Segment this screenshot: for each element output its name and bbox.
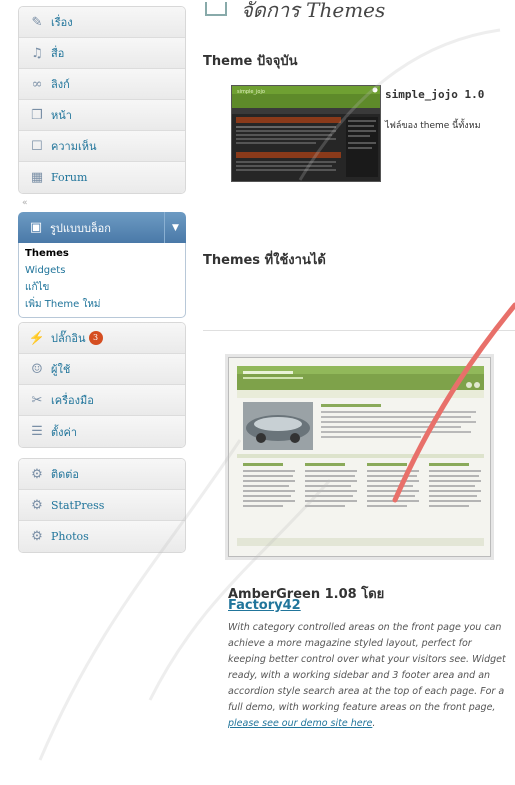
users-icon: ☺ — [31, 361, 43, 377]
menu-separator[interactable]: « — [18, 196, 186, 212]
page-header: จัดการ Themes — [203, 0, 515, 22]
update-count-badge: 3 — [88, 331, 103, 345]
menu-appearance-head[interactable]: ▣ รูปแบบบล็อก ▼ — [18, 212, 186, 243]
menu-group-plugins: ⚙ ติดต่อ ⚙ StatPress ⚙ Photos — [18, 458, 186, 553]
menu-appearance: ▣ รูปแบบบล็อก ▼ Themes Widgets แก้ไข เพิ… — [18, 212, 186, 318]
menu-label: Photos — [51, 530, 89, 543]
pin-icon: ✎ — [31, 14, 43, 30]
ambergreen-preview-image — [229, 358, 490, 556]
comment-icon: ☐ — [31, 138, 43, 154]
theme-description: With category controlled areas on the fr… — [228, 620, 511, 732]
demo-site-link[interactable]: please see our demo site here — [228, 718, 372, 729]
wordpress-admin-themes-page: ✎ เรื่อง ♫ สื่อ ∞ ลิงก์ ❐ หน้า ☐ ความเห็… — [0, 0, 515, 785]
appearance-header-icon — [205, 2, 227, 16]
theme-author-link[interactable]: Factory42 — [228, 598, 301, 613]
tools-icon: ✂ — [31, 392, 43, 408]
plugin-icon: ⚡ — [28, 330, 46, 346]
section-divider — [203, 330, 515, 331]
menu-label: ลิงก์ — [51, 78, 70, 91]
current-theme-heading: Theme ปัจจุบัน — [203, 54, 298, 69]
menu-group-content: ✎ เรื่อง ♫ สื่อ ∞ ลิงก์ ❐ หน้า ☐ ความเห็… — [18, 6, 186, 194]
menu-label: ความเห็น — [51, 140, 97, 153]
forum-icon: ▦ — [30, 170, 44, 185]
current-theme-name: simple_jojo 1.0 — [385, 88, 485, 101]
appearance-icon: ▣ — [29, 220, 43, 235]
menu-contact[interactable]: ⚙ ติดต่อ — [19, 459, 185, 490]
menu-media[interactable]: ♫ สื่อ — [19, 38, 185, 69]
submenu-widgets[interactable]: Widgets — [19, 262, 185, 279]
dropdown-arrow-icon[interactable]: ▼ — [164, 212, 186, 243]
submenu-editor[interactable]: แก้ไข — [19, 279, 185, 296]
current-theme-screenshot: simple_jojo — [231, 85, 381, 182]
submenu-add-theme[interactable]: เพิ่ม Theme ใหม่ — [19, 296, 185, 313]
menu-label: สื่อ — [51, 47, 65, 60]
menu-label: เรื่อง — [51, 16, 73, 29]
menu-label: ปลั๊กอิน — [51, 332, 86, 345]
menu-plugins[interactable]: ⚡ ปลั๊กอิน 3 — [19, 323, 185, 354]
statpress-icon: ⚙ — [31, 497, 43, 513]
contact-icon: ⚙ — [31, 466, 43, 482]
menu-label: Forum — [51, 171, 88, 184]
available-themes-heading: Themes ที่ใช้งานได้ — [203, 253, 326, 268]
media-icon: ♫ — [31, 45, 43, 61]
menu-label: ตั้งค่า — [51, 425, 78, 439]
photos-icon: ⚙ — [31, 529, 43, 544]
menu-label: ติดต่อ — [51, 468, 80, 481]
menu-links[interactable]: ∞ ลิงก์ — [19, 69, 185, 100]
menu-users[interactable]: ☺ ผู้ใช้ — [19, 354, 185, 385]
menu-pages[interactable]: ❐ หน้า — [19, 100, 185, 131]
page-title: จัดการ Themes — [241, 0, 386, 22]
menu-settings[interactable]: ☰ ตั้งค่า — [19, 416, 185, 447]
theme-description-end: . — [372, 718, 376, 729]
settings-icon: ☰ — [31, 424, 43, 439]
menu-photos[interactable]: ⚙ Photos — [19, 521, 185, 552]
link-icon: ∞ — [31, 76, 43, 92]
submenu-themes[interactable]: Themes — [19, 245, 185, 262]
menu-label: หน้า — [51, 109, 72, 122]
menu-comments[interactable]: ☐ ความเห็น — [19, 131, 185, 162]
main-content: จัดการ Themes Theme ปัจจุบัน simple_jojo — [203, 0, 515, 785]
menu-posts[interactable]: ✎ เรื่อง — [19, 7, 185, 38]
appearance-submenu: Themes Widgets แก้ไข เพิ่ม Theme ใหม่ — [18, 243, 186, 318]
collapse-arrow-icon: « — [22, 198, 28, 208]
admin-sidebar: ✎ เรื่อง ♫ สื่อ ∞ ลิงก์ ❐ หน้า ☐ ความเห็… — [18, 0, 186, 785]
menu-label: เครื่องมือ — [51, 394, 94, 407]
menu-tools[interactable]: ✂ เครื่องมือ — [19, 385, 185, 416]
svg-text:simple_jojo: simple_jojo — [237, 89, 265, 95]
menu-forum[interactable]: ▦ Forum — [19, 162, 185, 193]
menu-label: StatPress — [51, 498, 105, 512]
theme-description-text: With category controlled areas on the fr… — [228, 622, 506, 713]
current-theme-description: ไฟล์ของ theme นี้ทั้งหม — [385, 121, 481, 131]
theme-screenshot-ambergreen[interactable] — [228, 357, 491, 557]
current-theme-preview-image: simple_jojo — [232, 86, 380, 181]
page-icon: ❐ — [31, 107, 43, 123]
menu-statpress[interactable]: ⚙ StatPress — [19, 490, 185, 521]
menu-label: รูปแบบบล็อก — [50, 221, 111, 235]
menu-group-admin: ⚡ ปลั๊กอิน 3 ☺ ผู้ใช้ ✂ เครื่องมือ ☰ ตั้… — [18, 322, 186, 448]
menu-label: ผู้ใช้ — [51, 363, 71, 376]
